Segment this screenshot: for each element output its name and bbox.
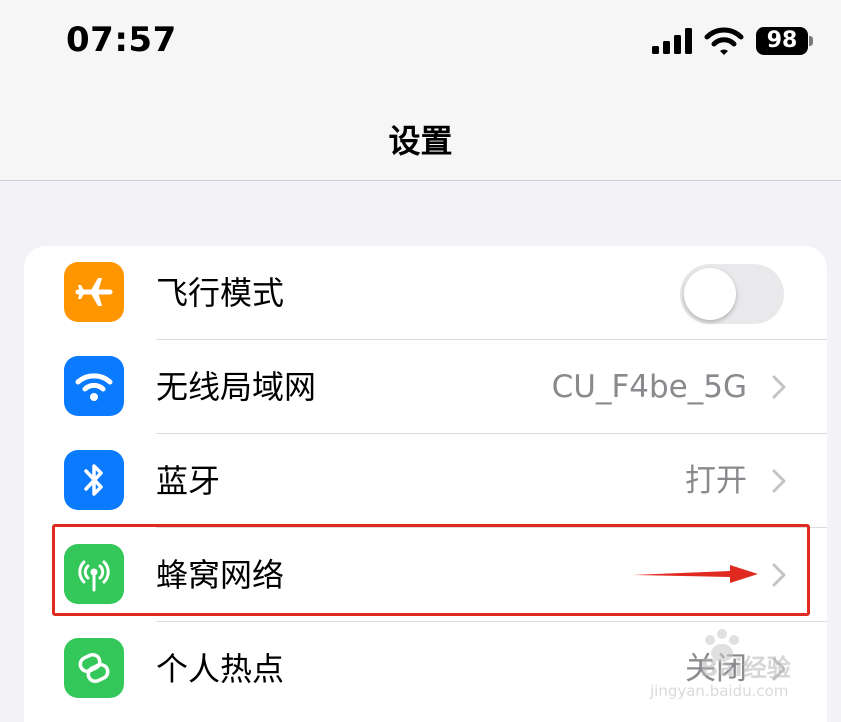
hotspot-link-icon bbox=[64, 638, 124, 698]
settings-row-label: 无线局域网 bbox=[156, 368, 317, 406]
settings-row-airplane-mode[interactable]: 飞行模式 bbox=[24, 246, 827, 340]
settings-row-label: 蓝牙 bbox=[156, 462, 221, 500]
page-title: 设置 bbox=[388, 122, 453, 160]
watermark-url: jingyan.baidu.com bbox=[650, 682, 789, 700]
settings-row-value: CU_F4be_5G bbox=[551, 369, 747, 405]
bluetooth-icon bbox=[64, 450, 124, 510]
chevron-right-icon bbox=[772, 469, 786, 493]
settings-row-label: 个人热点 bbox=[156, 650, 285, 688]
toggle-knob bbox=[684, 268, 736, 320]
settings-row-wlan[interactable]: 无线局域网 CU_F4be_5G bbox=[24, 340, 827, 434]
airplane-icon bbox=[64, 262, 124, 322]
chevron-right-icon bbox=[772, 375, 786, 399]
status-bar: 07:57 98 bbox=[0, 0, 841, 90]
navigation-bar: 设置 bbox=[0, 90, 841, 181]
battery-level: 98 bbox=[766, 28, 798, 53]
battery-indicator: 98 bbox=[756, 27, 808, 55]
airplane-mode-toggle[interactable] bbox=[680, 264, 784, 324]
cellular-signal-icon bbox=[652, 28, 692, 54]
settings-row-value: 打开 bbox=[685, 463, 747, 499]
red-arrow-icon bbox=[632, 565, 758, 583]
wifi-icon bbox=[64, 356, 124, 416]
watermark-text: Bai经验 bbox=[700, 654, 791, 682]
settings-row-bluetooth[interactable]: 蓝牙 打开 bbox=[24, 434, 827, 528]
wifi-status-icon bbox=[704, 27, 744, 55]
battery-cap bbox=[809, 36, 813, 46]
status-time: 07:57 bbox=[66, 20, 177, 60]
watermark: Bai经验 jingyan.baidu.com bbox=[640, 626, 820, 706]
settings-row-label: 飞行模式 bbox=[156, 274, 285, 312]
